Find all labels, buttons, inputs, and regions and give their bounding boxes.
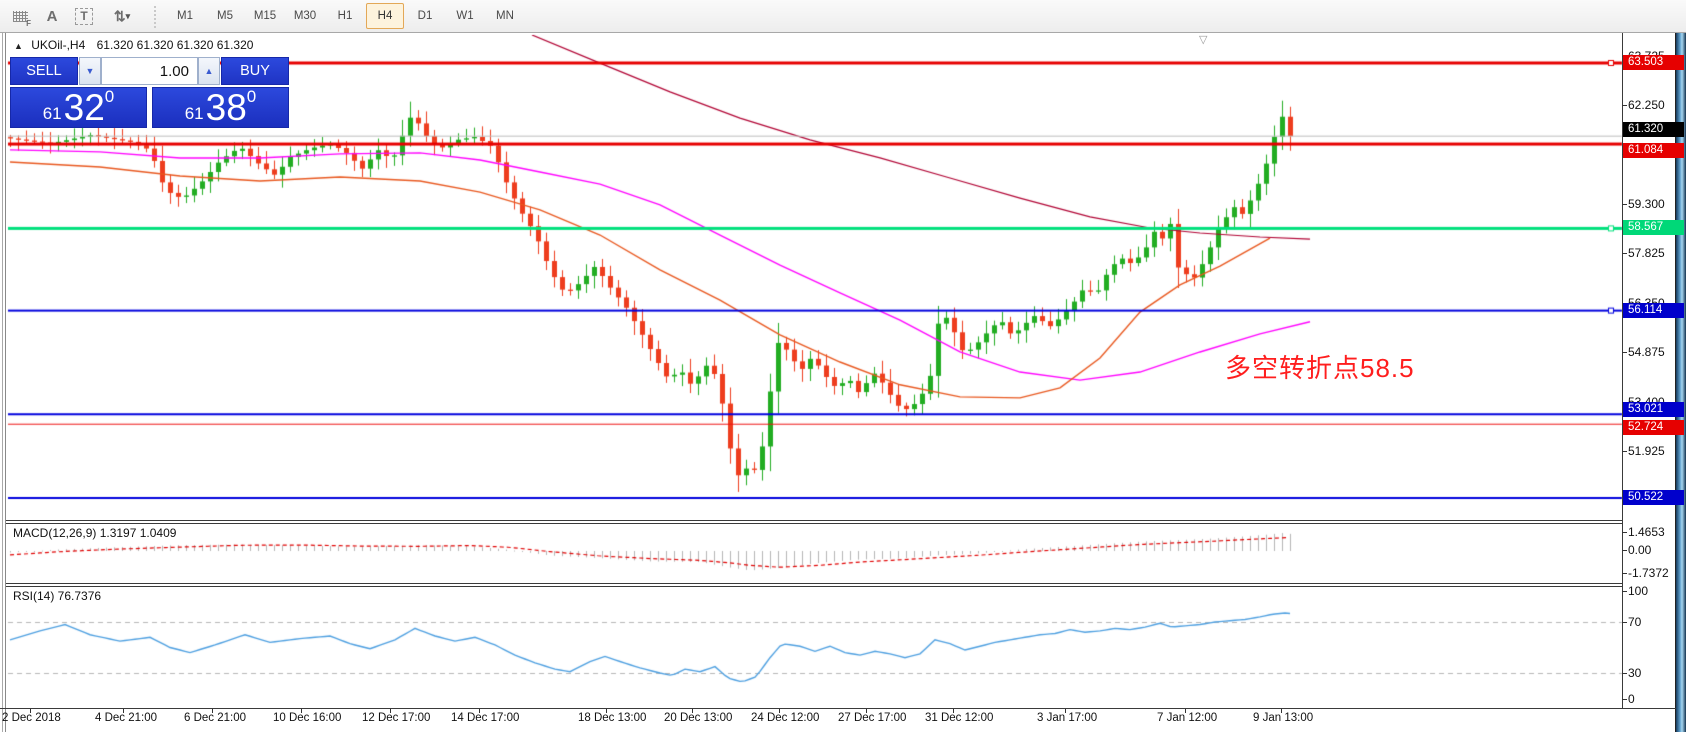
- time-tick-mark: [479, 709, 480, 713]
- buy-price-box[interactable]: 61 38 0: [152, 87, 289, 128]
- time-label: 3 Jan 17:00: [1037, 712, 1097, 724]
- rsi-axis-label: 100: [1628, 584, 1648, 598]
- chart-shift-marker-icon[interactable]: ▽: [1199, 33, 1207, 46]
- rsi-indicator-label: RSI(14) 76.7376: [13, 589, 101, 603]
- time-label: 7 Jan 12:00: [1157, 712, 1217, 724]
- rsi-tick-mark: [1622, 673, 1627, 674]
- price-macd-separator-top[interactable]: [6, 520, 1622, 521]
- macd-rsi-separator-bottom[interactable]: [6, 586, 1622, 587]
- one-click-trade-panel: SELL ▼ ▲ BUY 61 32 0 61 38 0: [10, 57, 289, 128]
- time-label: 10 Dec 16:00: [273, 712, 341, 724]
- price-badge-52.724: 52.724: [1623, 420, 1684, 435]
- price-tick-mark: [1622, 352, 1627, 353]
- time-tick-mark: [301, 709, 302, 713]
- time-tick-mark: [1185, 709, 1186, 713]
- price-tick-label: 59.300: [1628, 197, 1665, 211]
- time-tick-mark: [123, 709, 124, 713]
- time-tick-mark: [606, 709, 607, 713]
- time-tick-mark: [30, 709, 31, 713]
- buy-price-sup: 0: [247, 90, 256, 104]
- time-tick-mark: [1065, 709, 1066, 713]
- time-tick-mark: [390, 709, 391, 713]
- price-badge-61.084: 61.084: [1623, 143, 1684, 158]
- price-tick-mark: [1622, 204, 1627, 205]
- time-label: 18 Dec 13:00: [578, 712, 646, 724]
- rsi-tick-mark: [1622, 591, 1627, 592]
- buy-price-big: 38: [206, 91, 247, 124]
- macd-rsi-separator-top[interactable]: [6, 583, 1622, 584]
- time-tick-mark: [953, 709, 954, 713]
- rsi-timeaxis-separator: [0, 708, 1676, 709]
- time-label: 24 Dec 12:00: [751, 712, 819, 724]
- time-label: 4 Dec 21:00: [95, 712, 157, 724]
- price-badge-53.021: 53.021: [1623, 402, 1684, 417]
- chart-text-annotation[interactable]: 多空转折点58.5: [1225, 348, 1415, 385]
- price-tick-mark: [1622, 105, 1627, 106]
- mt4-window: F A T ⇅ ▾ M1M5M15M30H1H4D1W1MN ▲ UKOil-,…: [0, 0, 1686, 732]
- time-label: 6 Dec 21:00: [184, 712, 246, 724]
- time-label: 12 Dec 17:00: [362, 712, 430, 724]
- price-tick-label: 54.875: [1628, 345, 1665, 359]
- rsi-axis-label: 30: [1628, 666, 1641, 680]
- macd-indicator-label: MACD(12,26,9) 1.3197 1.0409: [13, 526, 176, 540]
- time-tick-mark: [692, 709, 693, 713]
- price-tick-mark: [1622, 253, 1627, 254]
- price-badge-58.567: 58.567: [1623, 220, 1684, 235]
- price-badge-63.503: 63.503: [1623, 55, 1684, 70]
- chart-title: ▲ UKOil-,H4 61.320 61.320 61.320 61.320: [14, 38, 253, 52]
- sell-price-box[interactable]: 61 32 0: [10, 87, 147, 128]
- time-tick-mark: [779, 709, 780, 713]
- time-label: 20 Dec 13:00: [664, 712, 732, 724]
- buy-price-small: 61: [185, 104, 204, 124]
- volume-input[interactable]: [101, 57, 198, 85]
- collapse-triangle-icon[interactable]: ▲: [14, 41, 23, 51]
- time-label: 31 Dec 12:00: [925, 712, 993, 724]
- sell-button[interactable]: SELL: [10, 57, 78, 85]
- macd-axis-label: 0.00: [1628, 543, 1651, 557]
- price-badge-61.320: 61.320: [1623, 122, 1684, 137]
- time-label: 9 Jan 13:00: [1253, 712, 1313, 724]
- volume-decrease-button[interactable]: ▼: [79, 57, 101, 85]
- rsi-axis-label: 70: [1628, 615, 1641, 629]
- volume-increase-button[interactable]: ▲: [198, 57, 220, 85]
- sell-price-sup: 0: [105, 90, 114, 104]
- time-label: 27 Dec 17:00: [838, 712, 906, 724]
- price-macd-separator-bottom[interactable]: [6, 523, 1622, 524]
- ohlc-values: 61.320 61.320 61.320 61.320: [97, 38, 254, 52]
- time-tick-mark: [212, 709, 213, 713]
- price-tick-label: 57.825: [1628, 246, 1665, 260]
- macd-axis-label: -1.7372: [1628, 566, 1669, 580]
- price-badge-50.522: 50.522: [1623, 490, 1684, 505]
- symbol-period-label: UKOil-,H4: [31, 38, 85, 52]
- macd-tick-mark: [1622, 573, 1627, 574]
- price-badge-56.114: 56.114: [1623, 303, 1684, 318]
- time-label: 14 Dec 17:00: [451, 712, 519, 724]
- trade-panel-row: SELL ▼ ▲ BUY: [10, 57, 289, 85]
- sell-price-big: 32: [64, 91, 105, 124]
- rsi-tick-mark: [1622, 622, 1627, 623]
- rsi-axis-label: 0: [1628, 692, 1635, 706]
- macd-tick-mark: [1622, 532, 1627, 533]
- time-tick-mark: [866, 709, 867, 713]
- price-tick-mark: [1622, 451, 1627, 452]
- macd-axis-label: 1.4653: [1628, 525, 1665, 539]
- price-tick-label: 51.925: [1628, 444, 1665, 458]
- macd-tick-mark: [1622, 550, 1627, 551]
- time-label: 2 Dec 2018: [2, 712, 61, 724]
- buy-button[interactable]: BUY: [221, 57, 289, 85]
- time-tick-mark: [1281, 709, 1282, 713]
- sell-price-small: 61: [43, 104, 62, 124]
- rsi-tick-mark: [1622, 699, 1627, 700]
- price-tick-label: 62.250: [1628, 98, 1665, 112]
